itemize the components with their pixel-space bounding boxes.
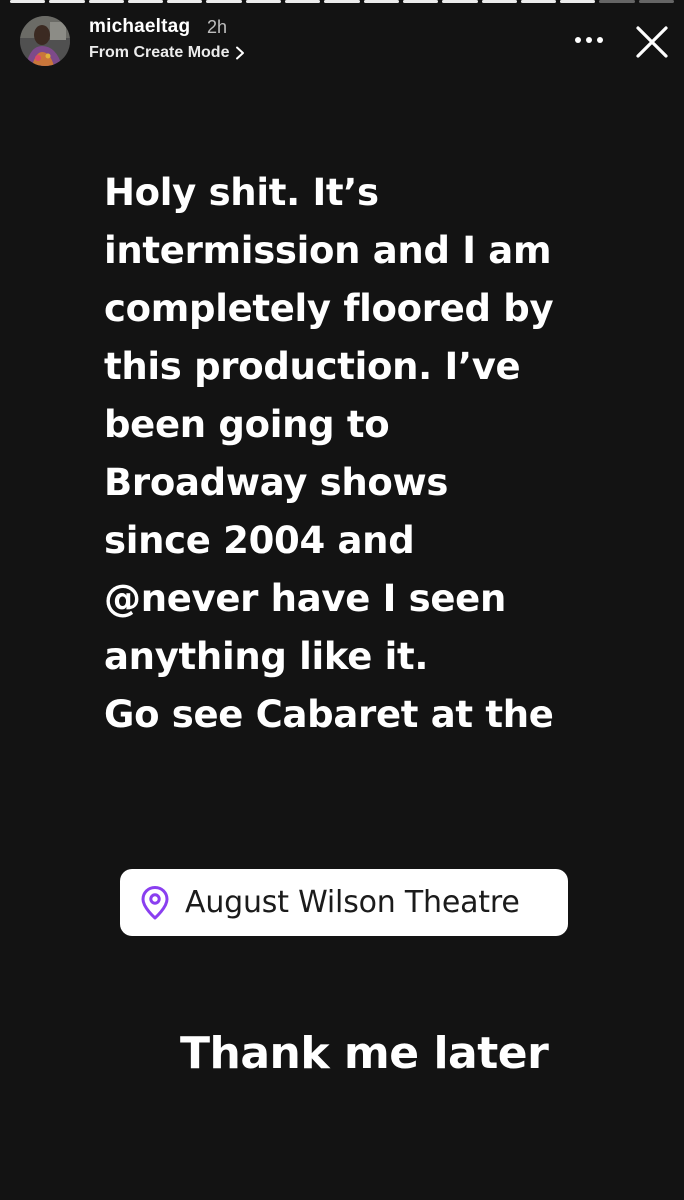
- more-options-button[interactable]: [572, 26, 606, 54]
- progress-segment: [442, 0, 478, 3]
- closing-text: Thank me later: [180, 1028, 549, 1079]
- create-mode-link[interactable]: From Create Mode: [89, 44, 245, 62]
- progress-segment: [324, 0, 360, 3]
- progress-segment: [599, 0, 635, 3]
- username[interactable]: michaeltag: [89, 16, 190, 38]
- story-text-line: Go see Cabaret at the: [104, 693, 554, 736]
- location-pin-icon: [141, 885, 169, 919]
- story-text-line: Broadway shows: [104, 461, 449, 504]
- more-dots-icon: [575, 37, 603, 43]
- progress-segment: [520, 0, 557, 3]
- progress-segment: [206, 0, 242, 3]
- location-name: August Wilson Theatre: [185, 885, 520, 920]
- create-mode-label: From Create Mode: [89, 44, 230, 61]
- avatar[interactable]: [20, 16, 70, 66]
- progress-segment: [167, 0, 203, 3]
- progress-segment: [560, 0, 596, 3]
- story-text: Holy shit. It’s intermission and I am co…: [104, 164, 604, 744]
- story-progress-bar: [10, 0, 675, 3]
- story-text-line: been going to: [104, 403, 390, 446]
- story-text-line: Holy shit. It’s: [104, 171, 379, 214]
- story-text-line: intermission and I am: [104, 229, 552, 272]
- story-text-line: this production. I’ve: [104, 345, 521, 388]
- progress-segment: [285, 0, 321, 3]
- avatar-photo: [20, 16, 70, 66]
- story-text-line: since 2004 and: [104, 519, 415, 562]
- progress-segment: [245, 0, 282, 3]
- progress-segment: [402, 0, 439, 3]
- progress-segment: [88, 0, 124, 3]
- chevron-right-icon: [236, 46, 245, 60]
- story-text-line: anything like it.: [104, 635, 429, 678]
- close-button[interactable]: [632, 22, 672, 62]
- story-text-line: @never have I seen: [104, 577, 506, 620]
- story-text-line: completely floored by: [104, 287, 554, 330]
- progress-segment: [481, 0, 517, 3]
- location-sticker[interactable]: August Wilson Theatre: [120, 869, 568, 936]
- close-icon: [636, 26, 668, 58]
- progress-segment: [127, 0, 164, 3]
- progress-segment: [638, 0, 675, 3]
- progress-segment: [49, 0, 85, 3]
- progress-segment: [363, 0, 399, 3]
- progress-segment: [10, 0, 46, 3]
- post-time: 2h: [207, 17, 228, 37]
